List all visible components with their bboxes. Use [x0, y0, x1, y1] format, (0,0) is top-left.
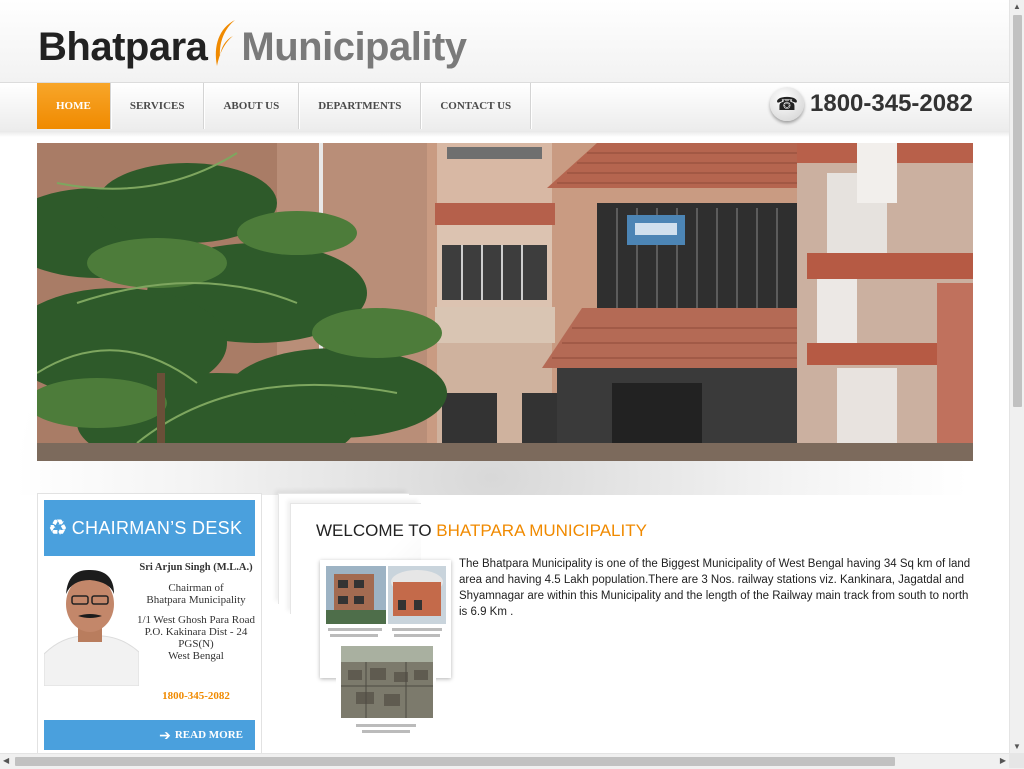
- arrow-right-icon: ➔: [159, 726, 171, 743]
- chairmans-desk-header: ♻ CHAIRMAN’S DESK: [44, 500, 255, 556]
- nav-home[interactable]: HOME: [37, 83, 111, 129]
- chairman-role-line2: Bhatpara Municipality: [146, 594, 246, 606]
- hero-banner-image: [37, 143, 973, 461]
- read-more-button[interactable]: ➔ READ MORE: [44, 720, 255, 750]
- chairmans-desk-panel: ♻ CHAIRMAN’S DESK Sri Arjun Singh (M.L.A…: [37, 493, 262, 755]
- header-phone-number: 1800-345-2082: [810, 90, 973, 117]
- construction-photo-card: [336, 640, 436, 740]
- scroll-left-arrow-icon[interactable]: ◀: [3, 756, 9, 765]
- vertical-scroll-thumb[interactable]: [1013, 15, 1022, 407]
- nav-about-us[interactable]: ABOUT US: [204, 83, 300, 129]
- telephone-icon: ☎: [770, 87, 804, 121]
- site-logo[interactable]: Bhatpara Municipality: [38, 14, 467, 70]
- nav-menu: HOME SERVICES ABOUT US DEPARTMENTS CONTA…: [37, 83, 532, 129]
- logo-swoosh-icon: [216, 20, 236, 66]
- chairman-info: Sri Arjun Singh (M.L.A.) Chairman of Bha…: [136, 562, 256, 662]
- scroll-up-arrow-icon[interactable]: ▲: [1013, 2, 1021, 11]
- horizontal-scrollbar[interactable]: ◀ ▶: [0, 753, 1024, 769]
- welcome-heading-part2: BHATPARA MUNICIPALITY: [436, 521, 647, 540]
- scrollbar-corner: [1009, 753, 1024, 768]
- horizontal-scroll-thumb[interactable]: [15, 757, 895, 766]
- chairman-state: West Bengal: [168, 650, 224, 662]
- scroll-down-arrow-icon[interactable]: ▼: [1013, 742, 1021, 751]
- welcome-heading-part1: WELCOME TO: [316, 521, 432, 540]
- chairman-address: 1/1 West Ghosh Para Road P.O. Kakinara D…: [136, 614, 256, 650]
- main-navigation: HOME SERVICES ABOUT US DEPARTMENTS CONTA…: [0, 82, 1009, 132]
- header-phone: ☎ 1800-345-2082: [770, 87, 973, 121]
- nav-departments[interactable]: DEPARTMENTS: [299, 83, 422, 129]
- chairmans-desk-title: CHAIRMAN’S DESK: [71, 517, 243, 538]
- nav-services[interactable]: SERVICES: [111, 83, 205, 129]
- nav-shadow: [0, 131, 1009, 137]
- chairman-name: Sri Arjun Singh (M.L.A.): [139, 562, 253, 573]
- logo-text-municipality: Municipality: [241, 25, 467, 69]
- chairman-role-line1: Chairman of: [168, 582, 224, 594]
- site-header: Bhatpara Municipality: [0, 0, 1009, 82]
- welcome-intro-text: The Bhatpara Municipality is one of the …: [459, 558, 971, 618]
- read-more-label: READ MORE: [174, 729, 243, 741]
- welcome-heading: WELCOME TO BHATPARA MUNICIPALITY: [316, 521, 647, 541]
- chairman-phone: 1800-345-2082: [162, 690, 230, 702]
- logo-text-bhatpara: Bhatpara: [38, 25, 208, 69]
- nav-contact-us[interactable]: CONTACT US: [421, 83, 532, 129]
- scroll-right-arrow-icon[interactable]: ▶: [1000, 756, 1006, 765]
- recycle-icon: ♻: [48, 515, 68, 540]
- construction-photo: [341, 646, 433, 733]
- vertical-scrollbar[interactable]: ▲ ▼: [1009, 0, 1024, 753]
- chairman-photo: [44, 564, 139, 686]
